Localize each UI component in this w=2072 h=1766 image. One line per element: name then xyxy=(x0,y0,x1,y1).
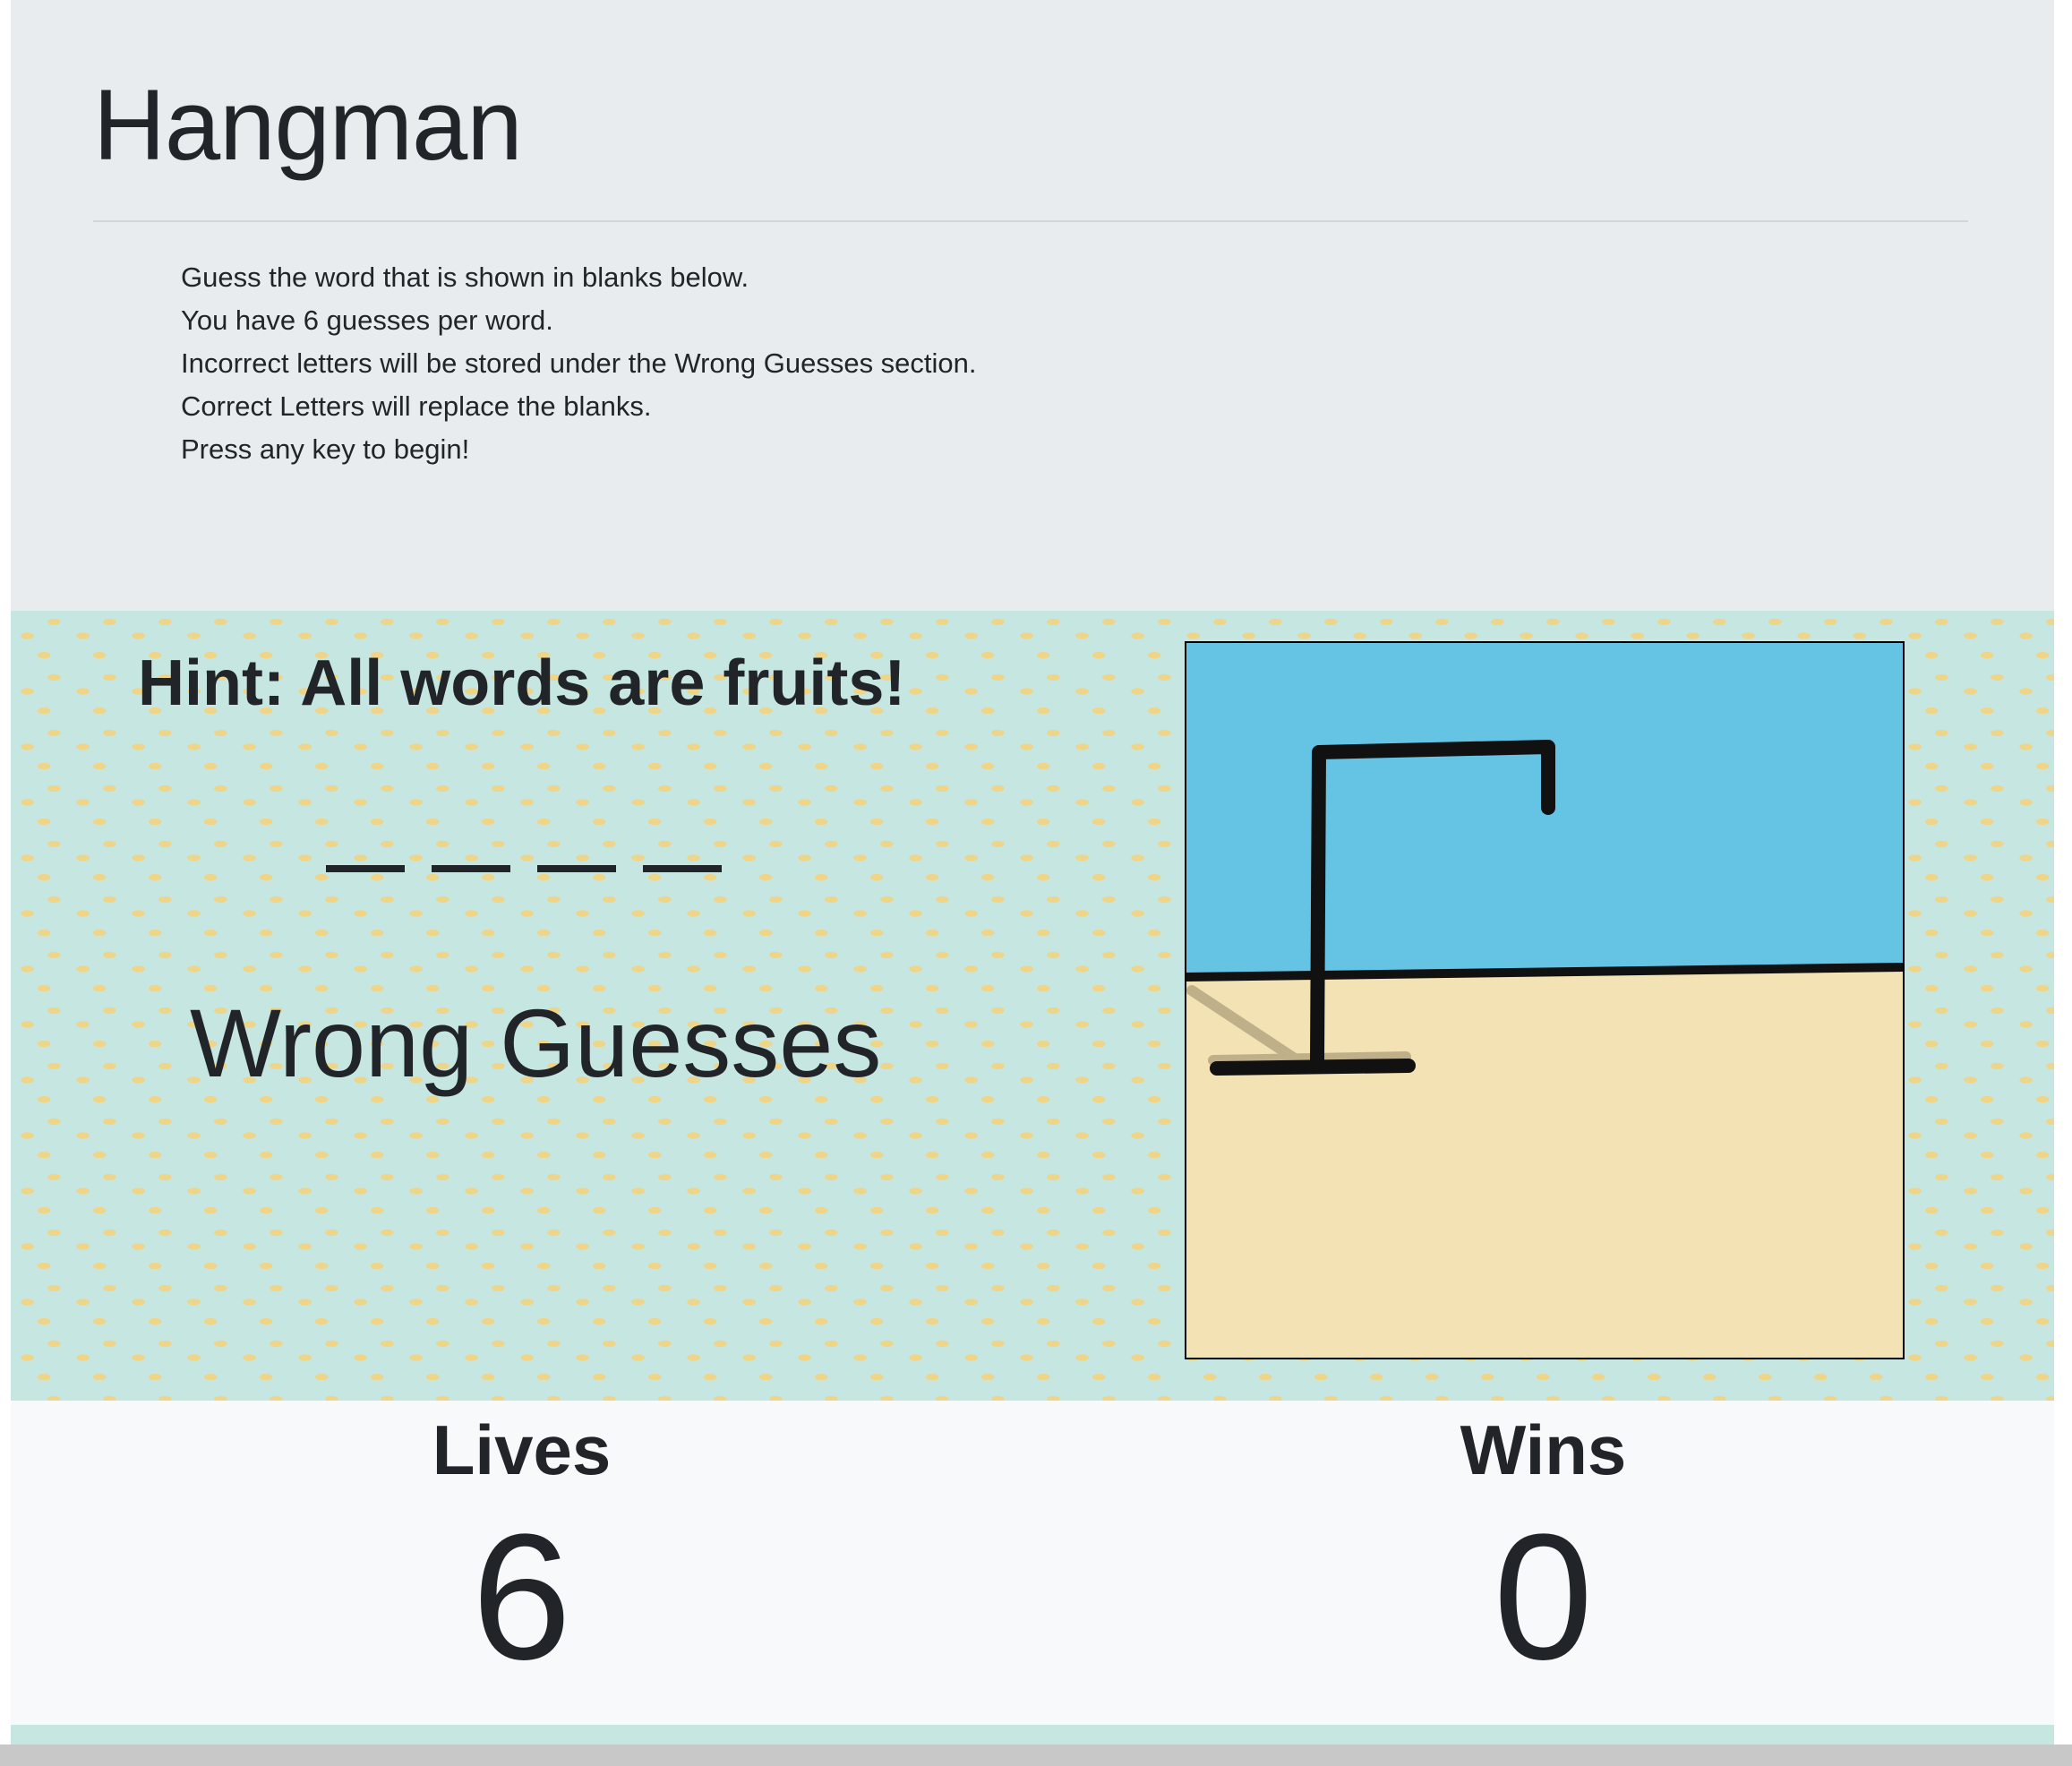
ground xyxy=(1186,967,1903,1358)
instruction-line: Guess the word that is shown in blanks b… xyxy=(181,261,749,293)
letter-blank xyxy=(643,865,722,872)
scoreboard: Lives 6 Wins 0 xyxy=(11,1401,2054,1725)
game-area: Hint: All words are fruits! Wrong Guesse… xyxy=(11,611,2054,1401)
horizontal-scrollbar[interactable] xyxy=(0,1745,2072,1766)
lives-value: 6 xyxy=(471,1497,572,1697)
lives-label: Lives xyxy=(432,1410,612,1489)
instruction-line: You have 6 guesses per word. xyxy=(181,304,553,336)
gallows-base xyxy=(1210,1059,1416,1076)
instruction-line: Press any key to begin! xyxy=(181,433,470,465)
hint-text: Hint: All words are fruits! xyxy=(138,647,906,719)
header-divider xyxy=(93,220,1968,222)
instructions: Guess the word that is shown in blanks b… xyxy=(181,256,977,471)
wins-value: 0 xyxy=(1493,1497,1594,1697)
wins-label: Wins xyxy=(1460,1410,1627,1489)
page: Hangman Guess the word that is shown in … xyxy=(0,0,2072,1766)
page-title: Hangman xyxy=(93,69,523,181)
letter-blank xyxy=(432,865,510,872)
instruction-line: Incorrect letters will be stored under t… xyxy=(181,347,977,379)
header-jumbotron: Hangman Guess the word that is shown in … xyxy=(11,0,2054,611)
letter-blank xyxy=(537,865,616,872)
word-blanks xyxy=(326,833,722,872)
instruction-line: Correct Letters will replace the blanks. xyxy=(181,390,652,422)
bottom-pattern-strip xyxy=(11,1725,2054,1745)
letter-blank xyxy=(326,865,405,872)
wrong-guesses-title: Wrong Guesses xyxy=(190,989,882,1097)
hangman-image xyxy=(1185,641,1905,1359)
gallows-drawing xyxy=(1186,643,1903,1358)
